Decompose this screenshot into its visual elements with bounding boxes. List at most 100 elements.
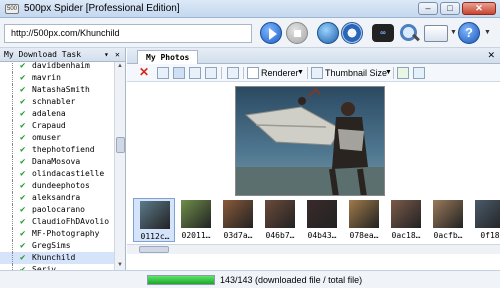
scrollbar-thumb[interactable] (139, 246, 169, 253)
tree-line (12, 240, 13, 252)
scrollbar-thumb[interactable] (116, 137, 125, 153)
renderer-dropdown[interactable]: Renderer (261, 67, 299, 79)
thumbnail-item[interactable]: 078ea… (343, 198, 385, 242)
thumbnail-item[interactable]: 03d7a… (217, 198, 259, 242)
tree-item[interactable]: ✔ DanaMosova (0, 156, 114, 168)
checkmark-icon: ✔ (20, 85, 26, 95)
checkmark-icon: ✔ (20, 193, 26, 203)
view-filmstrip-icon[interactable] (227, 67, 239, 79)
thumbnail-caption: 04b43… (307, 231, 337, 240)
checkmark-icon: ✔ (20, 181, 26, 191)
refresh-icon[interactable] (413, 67, 425, 79)
separator (393, 67, 394, 79)
play-icon[interactable] (260, 22, 282, 44)
tree-item[interactable]: ✔ schnabler (0, 96, 114, 108)
close-button[interactable]: ✕ (462, 2, 496, 15)
export-icon[interactable] (397, 67, 409, 79)
horizontal-scrollbar[interactable] (127, 244, 500, 254)
thumbnail-item[interactable]: 0acfb… (427, 198, 469, 242)
thumbnail-image (475, 200, 500, 228)
tree-item[interactable]: ✔ dundeephotos (0, 180, 114, 192)
tree-line (12, 72, 13, 84)
tree-item[interactable]: ✔ ClaudioFhDAvolio (0, 216, 114, 228)
checkmark-icon: ✔ (20, 205, 26, 215)
status-bar: 143/143 (downloaded file / total file) (0, 270, 500, 288)
checkmark-icon: ✔ (20, 253, 26, 263)
close-icon[interactable]: ✕ (115, 48, 120, 61)
tree-item[interactable]: ✔ Khunchild (0, 252, 114, 264)
view-details-icon[interactable] (189, 67, 201, 79)
view-tiles-icon[interactable] (205, 67, 217, 79)
tree-item-label: aleksandra (32, 193, 81, 202)
thumbnail-item[interactable]: 0f18 (469, 198, 500, 242)
thumbnail-image (181, 200, 211, 228)
checkmark-icon: ✔ (20, 229, 26, 239)
chevron-down-icon[interactable]: ▼ (450, 29, 457, 36)
stop-icon[interactable] (286, 22, 308, 44)
tree-item[interactable]: ✔ adalena (0, 108, 114, 120)
tree-item-label: davidbenhaim (32, 62, 90, 70)
minimize-button[interactable]: – (418, 2, 438, 15)
view-list-icon[interactable] (173, 67, 185, 79)
tree-item[interactable]: ✔ mavrin (0, 72, 114, 84)
tree-item[interactable]: ✔ davidbenhaim (0, 62, 114, 72)
delete-icon[interactable]: ✕ (139, 65, 149, 79)
download-task-panel: My Download Task ▾ ✕ ✔ davidbenhaim ✔ mavri… (0, 48, 126, 270)
tree-item-label: paolocarano (32, 205, 85, 214)
maximize-button[interactable]: □ (440, 2, 460, 15)
chevron-down-icon[interactable]: ▼ (297, 67, 304, 79)
checkmark-icon: ✔ (20, 109, 26, 119)
window-icon[interactable] (424, 25, 448, 42)
tree-item[interactable]: ✔ aleksandra (0, 192, 114, 204)
search-icon[interactable] (398, 22, 420, 44)
thumbnail-image (223, 200, 253, 228)
tree-item[interactable]: ✔ paolocarano (0, 204, 114, 216)
tree-item[interactable]: ✔ thephotofiend (0, 144, 114, 156)
tree-item-label: Khunchild (32, 253, 76, 262)
tree-item-label: NatashaSmith (32, 85, 90, 94)
help-icon[interactable]: ? (458, 22, 480, 44)
thumbnail-caption: 0acfb… (433, 231, 463, 240)
thumbnail-item[interactable]: 046b7… (259, 198, 301, 242)
tree-line (12, 252, 13, 264)
chevron-down-icon[interactable]: ▼ (484, 29, 491, 36)
pin-icon[interactable]: ▾ (104, 48, 109, 61)
tab-strip: My Photos ✕ (127, 48, 500, 64)
checkmark-icon: ✔ (20, 145, 26, 155)
tree-item-label: dundeephotos (32, 181, 90, 190)
infinity-icon[interactable]: ∞ (372, 24, 394, 42)
vertical-scrollbar[interactable]: ▲ ▼ (114, 62, 125, 270)
thumbnail-caption: 0f18 (480, 231, 500, 240)
globe-icon[interactable] (317, 22, 339, 44)
thumbnail-strip: 0112c… 02011… 03d7a… 046b7… 04b43… 078ea… 0ac1… (127, 196, 500, 244)
scroll-down-icon[interactable]: ▼ (117, 262, 123, 268)
minimize-icon: – (425, 3, 431, 13)
settings-icon[interactable] (341, 22, 363, 44)
tree-item[interactable]: ✔ GregSims (0, 240, 114, 252)
tree-item[interactable]: ✔ omuser (0, 132, 114, 144)
thumbnail-item[interactable]: 0ac18… (385, 198, 427, 242)
separator (307, 67, 308, 79)
chevron-down-icon[interactable]: ▼ (385, 67, 392, 79)
tree-line (12, 144, 13, 156)
thumbnail-item[interactable]: 0112c… (133, 198, 175, 242)
photo-preview: 0112c… 02011… 03d7a… 046b7… 04b43… 078ea… 0ac1… (127, 82, 500, 244)
close-icon: ✕ (475, 3, 483, 13)
close-tab-icon[interactable]: ✕ (487, 50, 495, 61)
tab-my-photos[interactable]: My Photos (137, 50, 199, 64)
scroll-up-icon[interactable]: ▲ (117, 63, 123, 69)
url-input[interactable]: http://500px.com/Khunchild (4, 24, 252, 43)
tree-item[interactable]: ✔ MF-Photography (0, 228, 114, 240)
tree-item[interactable]: ✔ NatashaSmith (0, 84, 114, 96)
tree-line (12, 62, 13, 72)
thumbnail-item[interactable]: 02011… (175, 198, 217, 242)
thumbnail-caption: 0112c… (140, 232, 170, 241)
thumbnail-image (349, 200, 379, 228)
tree-line (12, 120, 13, 132)
thumbnail-size-dropdown[interactable]: Thumbnail Size (325, 67, 387, 79)
tree-item[interactable]: ✔ olindacastielle (0, 168, 114, 180)
view-grid-icon[interactable] (157, 67, 169, 79)
progress-fill (148, 276, 214, 284)
thumbnail-item[interactable]: 04b43… (301, 198, 343, 242)
tree-item[interactable]: ✔ Crapaud (0, 120, 114, 132)
